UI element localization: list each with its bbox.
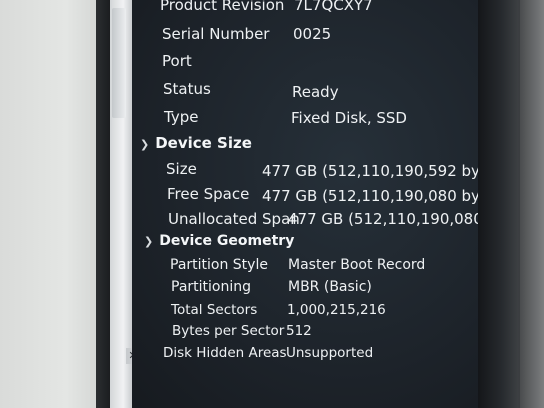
section-title: Device Geometry — [159, 233, 295, 249]
property-value: Unsupported — [286, 345, 374, 361]
property-value: 0025 — [293, 25, 332, 43]
property-label: Unallocated Span — [168, 210, 300, 228]
property-label: Size — [166, 160, 197, 178]
properties-panel: Product Revision 7L7QCXY7 Serial Number … — [132, 0, 521, 408]
property-label: Status — [163, 80, 211, 98]
property-value: 477 GB (512,110,190,080 byte — [262, 187, 496, 205]
property-label: Product Revision — [160, 0, 285, 14]
property-label: Partition Style — [170, 257, 268, 273]
scrollbar-thumb[interactable] — [112, 8, 126, 118]
property-value: Fixed Disk, SSD — [291, 109, 407, 127]
property-label: Disk Hidden Areas — [163, 345, 287, 361]
section-header-device-size[interactable]: ❯ Device Size — [140, 134, 252, 152]
property-label: Free Space — [167, 185, 250, 203]
property-label: Type — [164, 108, 199, 126]
property-value: 1,000,215,216 — [287, 302, 386, 318]
property-value: 477 GB (512,110,190,592 byte — [262, 162, 496, 180]
property-label: Serial Number — [162, 25, 270, 43]
property-value: Master Boot Record — [288, 257, 426, 273]
section-title: Device Size — [155, 134, 252, 152]
monitor-stand-edge — [520, 0, 544, 408]
property-label: Bytes per Sector — [172, 323, 285, 339]
chevron-down-icon[interactable]: ❯ — [140, 138, 149, 151]
property-label: Total Sectors — [171, 302, 258, 318]
property-value: 512 — [286, 323, 312, 339]
background-wall — [0, 0, 110, 408]
property-label: Partitioning — [171, 279, 251, 295]
section-header-device-geometry[interactable]: ❯ Device Geometry — [144, 233, 294, 249]
property-value: 7L7QCXY7 — [294, 0, 373, 14]
chevron-down-icon[interactable]: ❯ — [144, 235, 153, 248]
property-label: Port — [162, 52, 192, 70]
property-value: Ready — [292, 83, 339, 101]
property-value: MBR (Basic) — [288, 279, 372, 295]
